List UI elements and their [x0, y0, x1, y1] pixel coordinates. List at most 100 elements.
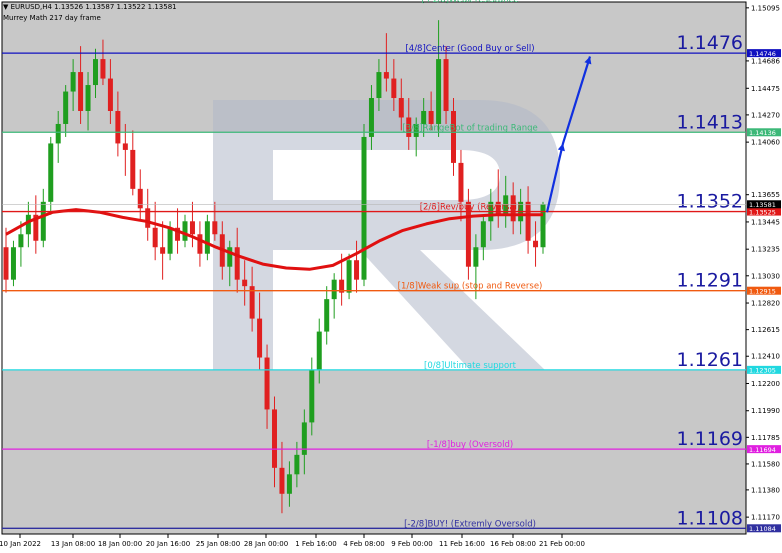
murrey-level-price-big: 1.1476: [677, 32, 743, 54]
x-tick-label: 11 Feb 16:00: [439, 540, 485, 548]
candle-body: [197, 234, 203, 254]
candle-body: [294, 454, 300, 475]
x-tick-label: 16 Feb 08:00: [490, 540, 536, 548]
candle-body: [25, 214, 31, 235]
candle-body: [70, 72, 76, 92]
candle-body: [421, 110, 427, 124]
candle-body: [227, 247, 233, 267]
x-tick-label: 18 Jan 00:00: [98, 540, 142, 548]
y-tick-label: 1.13030: [751, 272, 780, 280]
candle-body: [346, 260, 352, 293]
candle-body: [212, 221, 218, 235]
x-tick-label: 28 Jan 00:00: [244, 540, 288, 548]
murrey-level-price-big: 1.1108: [677, 507, 743, 529]
candle-body: [354, 260, 360, 280]
y-tick-label: 1.12820: [751, 300, 780, 308]
symbol-line: EURUSD,H4 1.13526 1.13587 1.13522 1.1358…: [10, 3, 177, 11]
candle-body: [93, 59, 98, 86]
x-tick-label: 21 Feb 00:00: [539, 540, 585, 548]
candle-body: [279, 467, 285, 494]
y-tick-label: 1.12410: [751, 353, 780, 361]
price-tag-text: 1.12305: [749, 367, 776, 375]
y-tick-label: 1.14270: [751, 111, 780, 119]
murrey-level-label: [-1/8]buy (Oversold): [427, 440, 513, 450]
murrey-level-label: [0/8]Ultimate support: [424, 361, 517, 371]
y-tick-label: 1.11380: [751, 486, 780, 494]
y-tick-label: 1.13235: [751, 246, 780, 254]
candle-body: [383, 72, 389, 79]
y-tick-label: 1.11580: [751, 460, 780, 468]
candle-body: [160, 247, 166, 254]
price-tag-text: 1.13525: [749, 208, 776, 216]
candle-body: [540, 204, 546, 248]
candle-body: [286, 474, 292, 494]
candle-body: [167, 227, 173, 254]
murrey-level-price-big: 1.1413: [677, 111, 743, 133]
murrey-level-label-top: [+1/8]Weak resistance: [422, 0, 519, 5]
candle-body: [480, 221, 486, 248]
murrey-level-price-big: 1.1261: [677, 349, 743, 371]
candle-body: [63, 91, 69, 124]
price-tag-text: 1.12915: [749, 288, 776, 296]
murrey-level-label: [3/8]RangeBot of trading Range: [402, 123, 537, 133]
y-tick-label: 1.15095: [751, 4, 780, 12]
candle-body: [391, 78, 397, 99]
candle-body: [122, 143, 128, 150]
candle-body: [368, 98, 374, 137]
symbol-ohlc-header: ▼ EURUSD,H4 1.13526 1.13587 1.13522 1.13…: [3, 3, 177, 12]
candle-body: [40, 201, 46, 241]
candle-body: [443, 59, 449, 111]
y-tick-label: 1.13445: [751, 218, 780, 226]
y-tick-label: 1.11170: [751, 514, 780, 522]
y-tick-label: 1.14475: [751, 85, 780, 93]
x-tick-label: 4 Feb 08:00: [343, 540, 384, 548]
candle-body: [85, 85, 91, 111]
x-tick-label: 13 Jan 08:00: [51, 540, 95, 548]
y-tick-label: 1.14060: [751, 139, 780, 147]
candle-body: [451, 110, 456, 163]
y-tick-label: 1.12615: [751, 326, 780, 334]
x-tick-label: 25 Jan 08:00: [196, 540, 240, 548]
candle-body: [130, 149, 136, 189]
murrey-level-label: [1/8]Weak sup (stop and Reverse): [398, 282, 543, 292]
murrey-level-price-big: 1.1169: [677, 428, 743, 450]
y-tick-label: 1.12200: [751, 380, 780, 388]
candle-body: [242, 279, 248, 287]
candle-body: [10, 247, 16, 280]
x-tick-label: 1 Feb 16:00: [295, 540, 336, 548]
candle-body: [78, 72, 84, 111]
candle-body: [182, 221, 188, 241]
x-tick-label: 10 Jan 2022: [0, 540, 41, 548]
x-tick-label: 9 Feb 00:00: [391, 540, 432, 548]
murrey-level-label: [-2/8]BUY! (Extremly Oversold): [404, 519, 536, 529]
candle-body: [115, 110, 121, 144]
candle-body: [107, 78, 113, 111]
candle-body: [331, 279, 337, 300]
murrey-level-price-big: 1.1352: [677, 191, 743, 213]
collapse-triangle-icon[interactable]: ▼: [3, 3, 8, 11]
candle-body: [361, 136, 367, 280]
candle-body: [301, 422, 307, 455]
current-price-tag-text: 1.13581: [749, 201, 776, 209]
candle-body: [436, 59, 442, 124]
price-tag-text: 1.11084: [749, 525, 776, 533]
candle-body: [100, 59, 106, 79]
candle-body: [398, 98, 404, 118]
murrey-level-label: [4/8]Center (Good Buy or Sell): [405, 44, 534, 54]
candle-body: [234, 247, 240, 280]
candle-body: [18, 234, 24, 248]
candle-body: [376, 72, 382, 99]
candle-body: [272, 409, 277, 468]
y-tick-label: 1.13655: [751, 191, 780, 199]
candle-body: [264, 357, 270, 410]
candle-body: [533, 240, 539, 248]
candle-body: [257, 318, 263, 358]
candle-body: [525, 201, 531, 241]
price-tag-text: 1.14136: [749, 129, 776, 137]
candle-body: [152, 227, 158, 248]
candle-body: [316, 331, 322, 371]
candle-body: [204, 221, 210, 254]
candle-body: [48, 143, 54, 202]
candle-body: [3, 247, 9, 280]
candle-body: [428, 110, 434, 124]
